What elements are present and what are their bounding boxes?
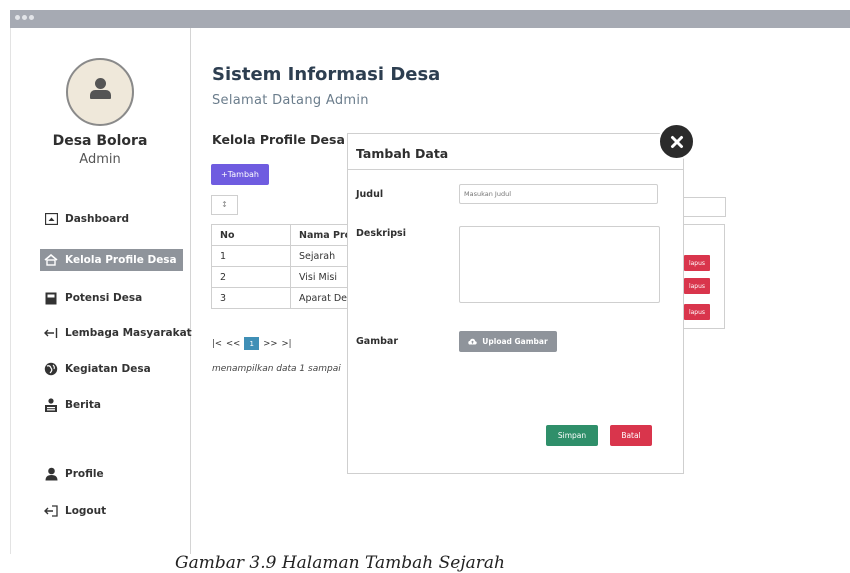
reader-icon [44, 397, 58, 412]
sidebar-item-label: Logout [65, 505, 107, 517]
arrow-left-icon [44, 326, 58, 340]
cell-no: 3 [211, 287, 291, 309]
modal-divider [348, 169, 683, 170]
upload-image-button[interactable]: Upload Gambar [459, 331, 557, 352]
save-button[interactable]: Simpan [546, 425, 598, 446]
figure-caption: Gambar 3.9 Halaman Tambah Sejarah [175, 553, 505, 573]
user-icon [44, 467, 58, 481]
cell-no: 1 [211, 245, 291, 267]
sidebar-item-label: Kegiatan Desa [65, 363, 151, 375]
add-data-button[interactable]: +Tambah [211, 164, 269, 185]
welcome-text: Selamat Datang Admin [212, 93, 369, 108]
window-titlebar [10, 10, 850, 28]
column-header-no: No [211, 224, 291, 246]
pager-first[interactable]: |< [212, 339, 222, 349]
deskripsi-textarea[interactable] [459, 226, 660, 303]
table-info-text: menampilkan data 1 sampai [212, 364, 341, 374]
pager-prev[interactable]: << [226, 339, 240, 349]
avatar-body [90, 90, 111, 99]
cloud-upload-icon [468, 338, 477, 345]
sidebar-item-profile[interactable]: Profile [44, 463, 104, 485]
logout-icon [44, 504, 58, 518]
upload-button-label: Upload Gambar [482, 337, 548, 346]
avatar-head [95, 78, 106, 89]
delete-button[interactable]: lapus [684, 278, 710, 294]
sidebar-item-berita[interactable]: Berita [44, 394, 101, 416]
sidebar-item-logout[interactable]: Logout [44, 500, 106, 522]
sidebar-item-label: Berita [65, 399, 102, 411]
deskripsi-label: Deskripsi [356, 228, 406, 239]
page-title: Sistem Informasi Desa [212, 64, 441, 85]
window-dot [29, 15, 34, 20]
book-icon [44, 291, 58, 305]
cancel-button[interactable]: Batal [610, 425, 652, 446]
home-icon [44, 253, 58, 267]
delete-button[interactable]: lapus [684, 255, 710, 271]
add-data-modal: Tambah Data Judul Deskripsi Gambar Uploa… [347, 133, 684, 474]
sidebar-item-kegiatan-desa[interactable]: Kegiatan Desa [44, 358, 151, 380]
sidebar-item-label: Lembaga Masyarakat [65, 327, 192, 339]
pager-last[interactable]: >| [282, 339, 292, 349]
user-role: Admin [79, 152, 121, 167]
sidebar-item-potensi-desa[interactable]: Potensi Desa [44, 287, 142, 309]
globe-icon [44, 362, 58, 376]
close-icon[interactable] [658, 123, 695, 160]
search-input[interactable] [680, 197, 726, 217]
window-dot [22, 15, 27, 20]
sidebar: Desa Bolora Admin Dashboard Kelola Profi… [10, 28, 192, 554]
delete-button[interactable]: lapus [684, 304, 710, 320]
filter-select[interactable]: ↕ [211, 195, 238, 215]
sidebar-item-lembaga-masyarakat[interactable]: Lembaga Masyarakat [44, 322, 192, 344]
sidebar-item-label: Kelola Profile Desa [65, 254, 177, 266]
pagination: |< << 1 >> >| [212, 337, 292, 350]
window-dot [15, 15, 20, 20]
section-title: Kelola Profile Desa [212, 132, 345, 147]
sidebar-item-label: Dashboard [65, 213, 130, 225]
pager-next[interactable]: >> [263, 339, 277, 349]
sidebar-item-label: Potensi Desa [65, 292, 143, 304]
sidebar-item-label: Profile [65, 468, 104, 480]
pager-current-page[interactable]: 1 [244, 337, 260, 350]
org-name: Desa Bolora [52, 133, 148, 149]
judul-input[interactable] [459, 184, 658, 204]
sidebar-item-dashboard[interactable]: Dashboard [44, 208, 129, 230]
modal-title: Tambah Data [356, 146, 449, 161]
judul-label: Judul [356, 189, 384, 200]
cell-no: 2 [211, 266, 291, 288]
sidebar-item-kelola-profile-desa[interactable]: Kelola Profile Desa [40, 249, 183, 271]
avatar [66, 58, 134, 126]
dashboard-icon [44, 212, 58, 226]
gambar-label: Gambar [356, 336, 399, 347]
